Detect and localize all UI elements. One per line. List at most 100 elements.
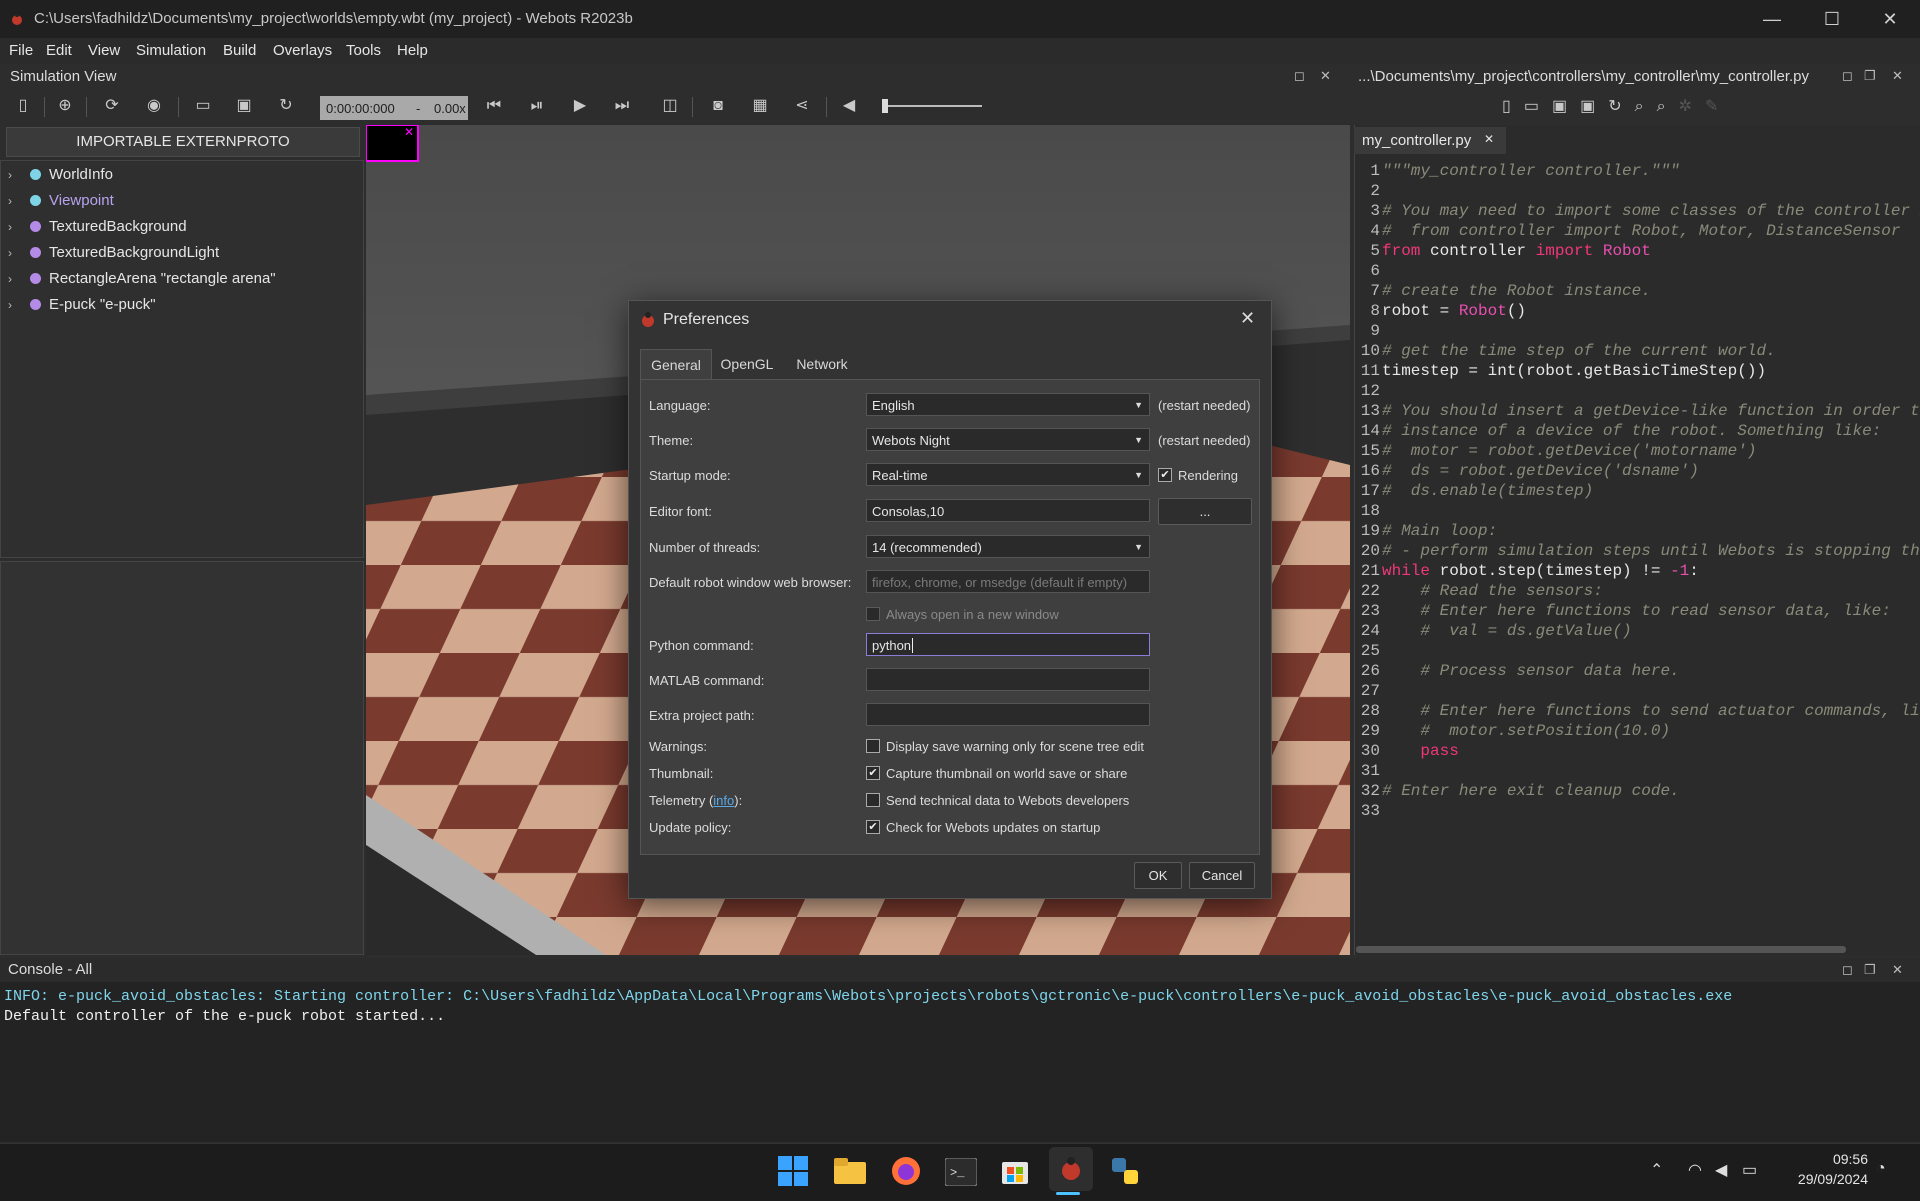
dialog-close-button[interactable]: ✕: [1240, 308, 1255, 329]
terminal-icon[interactable]: >_: [944, 1157, 978, 1190]
tree-item-texturedbackgroundlight[interactable]: › TexturedBackgroundLight: [8, 244, 219, 266]
wifi-icon[interactable]: ◠: [1688, 1160, 1702, 1180]
update-checkbox[interactable]: ✔: [866, 820, 880, 834]
language-select[interactable]: English ▼: [866, 393, 1150, 416]
save-all-icon[interactable]: ▣: [1580, 98, 1608, 115]
undock-console-icon[interactable]: ❐: [1864, 962, 1876, 978]
warnings-checkbox[interactable]: [866, 739, 880, 753]
tree-item-rectanglearena[interactable]: › RectangleArena "rectangle arena": [8, 270, 276, 292]
microsoft-store-icon[interactable]: [1000, 1156, 1030, 1190]
movie-icon[interactable]: ▦: [749, 97, 771, 115]
rendering-checkbox[interactable]: ✔: [1158, 468, 1172, 482]
add-node-icon[interactable]: ⊕: [54, 97, 76, 115]
run-icon[interactable]: ▶: [569, 97, 591, 115]
close-editor-icon[interactable]: ✕: [1892, 68, 1903, 84]
theme-select[interactable]: Webots Night ▼: [866, 428, 1150, 451]
replace-icon[interactable]: ⌕: [1657, 98, 1679, 115]
tab-opengl[interactable]: OpenGL: [713, 349, 781, 379]
expand-arrow-icon[interactable]: ›: [8, 272, 22, 286]
importable-externproto-button[interactable]: IMPORTABLE EXTERNPROTO: [6, 127, 360, 157]
expand-arrow-icon[interactable]: ›: [8, 194, 22, 208]
battery-icon[interactable]: ▭: [1742, 1160, 1757, 1180]
expand-arrow-icon[interactable]: ›: [8, 246, 22, 260]
tab-general[interactable]: General: [640, 349, 712, 380]
tab-network[interactable]: Network: [784, 349, 860, 379]
fast-forward-icon[interactable]: ⏭: [611, 97, 633, 115]
menu-tools[interactable]: Tools: [346, 42, 381, 59]
close-console-icon[interactable]: ✕: [1892, 962, 1903, 978]
new-file-icon[interactable]: ▯: [1502, 98, 1524, 115]
undock-editor-icon[interactable]: ❐: [1864, 68, 1876, 84]
share-icon[interactable]: ⋖: [791, 97, 813, 115]
float-editor-icon[interactable]: ◻: [1842, 68, 1853, 84]
tree-item-texturedbackground[interactable]: › TexturedBackground: [8, 218, 187, 240]
volume-slider-handle[interactable]: [882, 99, 888, 113]
editor-tab[interactable]: my_controller.py ✕: [1354, 127, 1506, 154]
clock-date[interactable]: 29/09/2024: [1786, 1171, 1868, 1187]
float-console-icon[interactable]: ◻: [1842, 962, 1853, 978]
float-panel-icon[interactable]: ◻: [1294, 68, 1305, 84]
editor-font-field[interactable]: Consolas,10: [866, 499, 1150, 522]
telemetry-checkbox[interactable]: [866, 793, 880, 807]
browser-field[interactable]: firefox, chrome, or msedge (default if e…: [866, 570, 1150, 593]
clean-icon[interactable]: ✎: [1705, 98, 1731, 115]
open-file-icon[interactable]: ▭: [1524, 98, 1552, 115]
matlab-command-field[interactable]: [866, 668, 1150, 691]
close-panel-icon[interactable]: ✕: [1320, 68, 1331, 84]
telemetry-info-link[interactable]: info: [713, 793, 734, 808]
volume-slider[interactable]: [882, 105, 982, 107]
expand-arrow-icon[interactable]: ›: [8, 168, 22, 182]
python-idle-icon[interactable]: [1110, 1156, 1142, 1190]
webots-taskbar-icon[interactable]: [1049, 1147, 1093, 1191]
build-icon[interactable]: ✲: [1679, 98, 1705, 115]
close-window-button[interactable]: ✕: [1862, 0, 1918, 38]
revert-icon[interactable]: ↻: [1608, 98, 1634, 115]
eye-icon[interactable]: ◉: [143, 97, 165, 115]
save-file-icon[interactable]: ▣: [1552, 98, 1580, 115]
screenshot-icon[interactable]: ◙: [707, 97, 729, 115]
tree-item-epuck[interactable]: › E-puck "e-puck": [8, 296, 156, 318]
maximize-button[interactable]: ☐: [1804, 0, 1860, 38]
toggle-scene-tree-icon[interactable]: ▯: [12, 97, 34, 115]
overlay-close-icon[interactable]: ✕: [404, 125, 414, 139]
cancel-button[interactable]: Cancel: [1189, 862, 1255, 889]
sound-icon[interactable]: ◀: [838, 97, 860, 115]
threads-select[interactable]: 14 (recommended) ▼: [866, 535, 1150, 558]
notifications-icon[interactable]: ◔: [1876, 1160, 1886, 1178]
extra-path-field[interactable]: [866, 703, 1150, 726]
ok-button[interactable]: OK: [1134, 862, 1182, 889]
console-output[interactable]: INFO: e-puck_avoid_obstacles: Starting c…: [0, 982, 1920, 1142]
tree-item-viewpoint[interactable]: › Viewpoint: [8, 192, 114, 214]
menu-view[interactable]: View: [88, 42, 120, 59]
close-tab-icon[interactable]: ✕: [1484, 132, 1494, 146]
python-command-field[interactable]: python: [866, 633, 1150, 656]
menu-edit[interactable]: Edit: [46, 42, 72, 59]
menu-overlays[interactable]: Overlays: [273, 42, 332, 59]
expand-arrow-icon[interactable]: ›: [8, 220, 22, 234]
menu-help[interactable]: Help: [397, 42, 428, 59]
view-cube-icon[interactable]: ◫: [659, 97, 681, 115]
menu-build[interactable]: Build: [223, 42, 256, 59]
expand-arrow-icon[interactable]: ›: [8, 298, 22, 312]
reload-world-icon[interactable]: ↻: [275, 97, 297, 115]
startup-mode-select[interactable]: Real-time ▼: [866, 463, 1150, 486]
new-window-checkbox[interactable]: [866, 607, 880, 621]
open-world-icon[interactable]: ▭: [192, 97, 214, 115]
editor-horizontal-scrollbar[interactable]: [1356, 946, 1846, 953]
firefox-icon[interactable]: [890, 1155, 922, 1191]
find-icon[interactable]: ⌕: [1635, 98, 1657, 115]
reset-simulation-icon[interactable]: ⏮: [483, 97, 505, 115]
choose-font-button[interactable]: ...: [1158, 498, 1252, 525]
save-world-icon[interactable]: ▣: [233, 97, 255, 115]
show-hidden-icons-icon[interactable]: ⌃: [1650, 1160, 1663, 1180]
menu-simulation[interactable]: Simulation: [136, 42, 206, 59]
windows-start-icon[interactable]: [778, 1156, 808, 1190]
volume-icon[interactable]: ◀: [1715, 1160, 1727, 1180]
tree-item-worldinfo[interactable]: › WorldInfo: [8, 166, 113, 188]
clock-time[interactable]: 09:56: [1828, 1151, 1868, 1167]
minimize-button[interactable]: —: [1744, 0, 1800, 38]
step-icon[interactable]: ⏯: [526, 97, 548, 115]
reload-node-icon[interactable]: ⟳: [101, 97, 123, 115]
menu-file[interactable]: File: [9, 42, 33, 59]
thumbnail-checkbox[interactable]: ✔: [866, 766, 880, 780]
